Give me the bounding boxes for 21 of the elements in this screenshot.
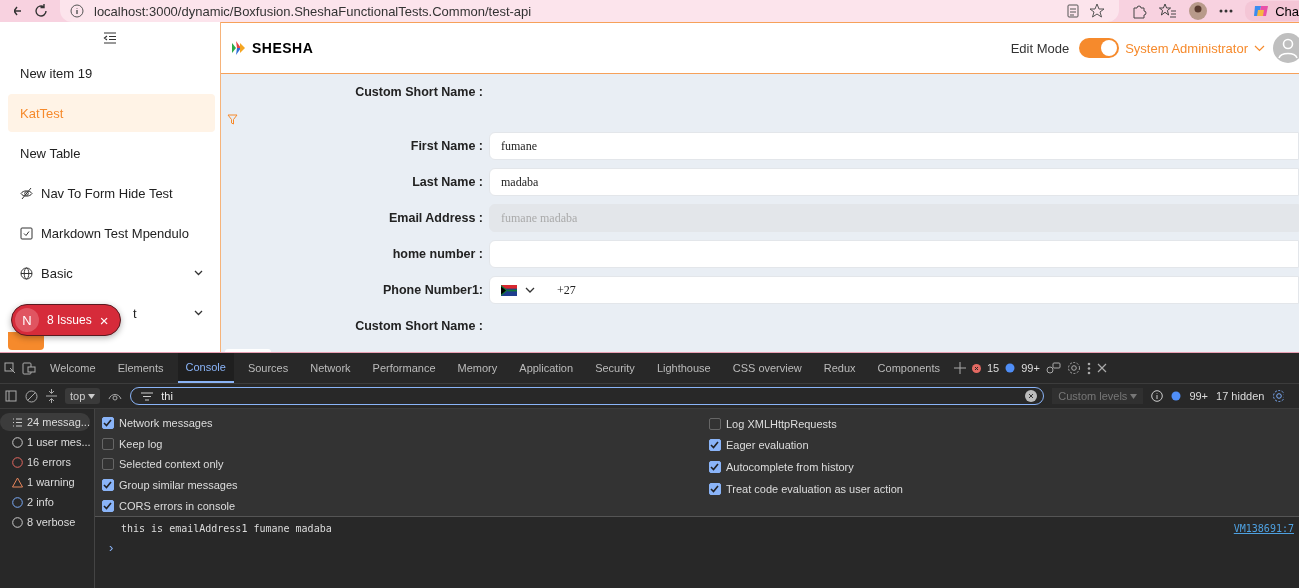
- field-label: Last Name :: [411, 175, 484, 189]
- sidebar-item-label: New item 19: [20, 65, 94, 81]
- field-label: Custom Short Name :: [354, 319, 484, 333]
- next-logo: N: [15, 308, 39, 332]
- field-label: First Name :: [409, 139, 484, 153]
- sidebar-item-label: Nav To Form Hide Test: [41, 185, 174, 201]
- field-label: Phone Number1:: [382, 283, 484, 297]
- field-label: home number :: [391, 247, 484, 261]
- sidebar-item-label: KatTest: [20, 105, 65, 121]
- phone-value: +27: [557, 282, 576, 298]
- field-label: Email Address :: [388, 211, 484, 225]
- sidebar-item-label: Markdown Test Mpendulo: [41, 225, 190, 241]
- hidden-count: 17 hidden: [1216, 390, 1265, 402]
- edit-mode-label: Edit Mode: [1010, 40, 1070, 56]
- console-message: this is emailAddress1 fumane madaba: [121, 523, 332, 534]
- field-label: Custom Short Name :: [354, 85, 484, 99]
- sidebar-item-label: New Table: [20, 145, 82, 161]
- logo-text: SHESHA: [252, 40, 314, 56]
- sidebar-item-label: Basic: [41, 265, 74, 281]
- sidebar-item-label: t: [133, 305, 137, 321]
- issues-label: 8 Issues: [47, 313, 92, 327]
